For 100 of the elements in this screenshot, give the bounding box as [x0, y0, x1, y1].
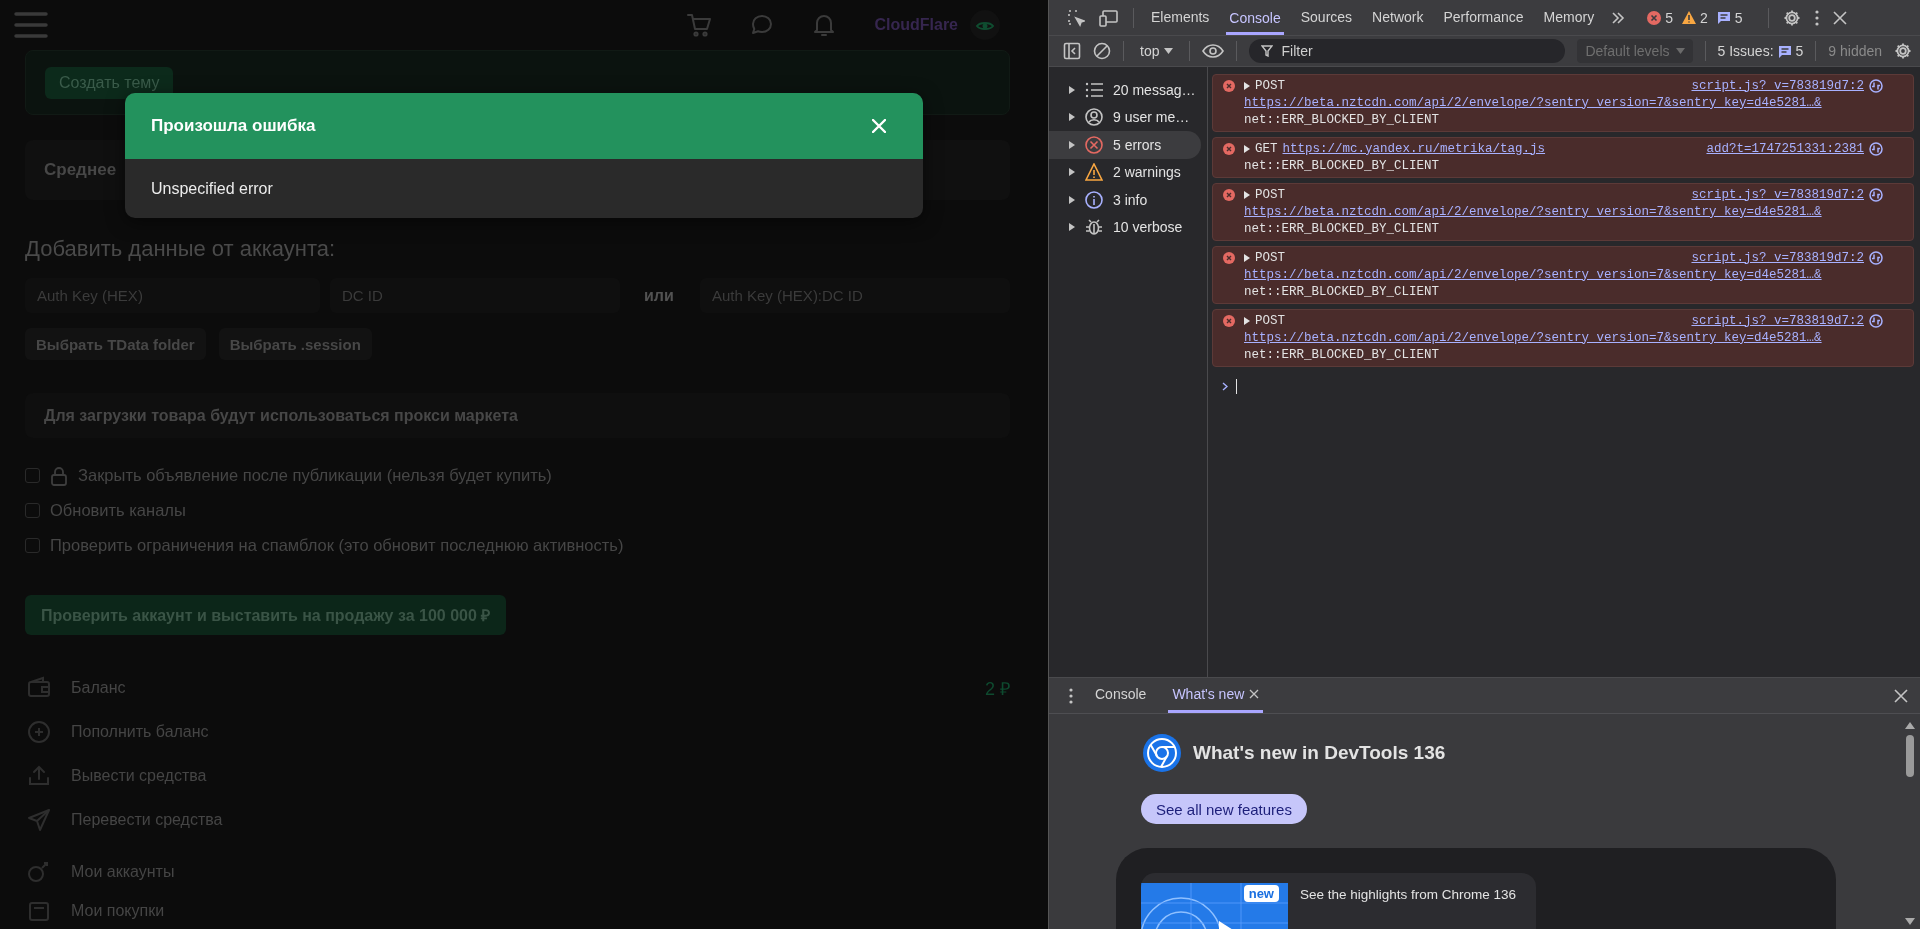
url-link[interactable]: https://beta.nztcdn.com/api/2/envelope/?sentry_version=7&sentry_key=d4e5281…& — [1244, 95, 1822, 110]
more-icon[interactable] — [1069, 687, 1073, 704]
issues-button[interactable]: 5 Issues: 5 — [1717, 43, 1804, 59]
close-icon[interactable] — [1894, 688, 1908, 703]
sync-icon[interactable] — [1869, 78, 1883, 93]
expand-arrow-icon — [1069, 140, 1075, 149]
settings-icon[interactable] — [1782, 8, 1801, 27]
source-link[interactable]: script.js?_v=783819d7:2 — [1691, 187, 1864, 202]
error-text: net::ERR_BLOCKED_BY_CLIENT — [1244, 284, 1440, 299]
source-link[interactable]: add?t=1747251331:2381 — [1706, 141, 1864, 156]
method-label: POST — [1255, 78, 1285, 93]
error-text: net::ERR_BLOCKED_BY_CLIENT — [1244, 112, 1440, 127]
expand-arrow-icon[interactable] — [1244, 190, 1250, 199]
sidebar-item[interactable]: 2 warnings — [1049, 158, 1201, 186]
dialog-message: Unspecified error — [150, 178, 274, 199]
highlight-text: See the highlights from Chrome 136 — [1300, 887, 1517, 902]
expand-arrow-icon[interactable] — [1244, 253, 1250, 262]
sidebar-item[interactable]: 3 info — [1049, 186, 1201, 214]
issue-counter[interactable]: 5 2 5 — [1647, 9, 1748, 26]
dialog-title: Произошла ошибка — [151, 116, 316, 136]
source-link[interactable]: script.js?_v=783819d7:2 — [1691, 313, 1864, 328]
source-link[interactable]: script.js?_v=783819d7:2 — [1691, 250, 1864, 265]
text-cursor[interactable] — [1236, 378, 1237, 394]
expand-arrow-icon[interactable] — [1244, 144, 1250, 153]
url-link[interactable]: https://mc.yandex.ru/metrika/tag.js — [1282, 141, 1546, 156]
error-text: net::ERR_BLOCKED_BY_CLIENT — [1244, 158, 1440, 173]
list-icon — [1085, 80, 1103, 99]
issue-count: 5 — [1734, 9, 1743, 26]
clear-icon[interactable] — [1093, 42, 1111, 60]
send-icon — [27, 808, 51, 832]
eye-icon[interactable] — [1202, 44, 1225, 58]
panel-tab[interactable]: Performance — [1440, 0, 1527, 35]
expand-arrow-icon — [1069, 195, 1075, 204]
receipt-icon — [27, 899, 51, 923]
sync-icon[interactable] — [1869, 313, 1883, 328]
panel-tab[interactable]: Elements — [1148, 0, 1213, 35]
message-icon — [1777, 44, 1792, 58]
panel-tab[interactable]: Memory — [1540, 0, 1598, 35]
drawer-tab[interactable]: Console — [1091, 678, 1151, 713]
balance-value: 2 ₽ — [985, 678, 1010, 700]
chevrons-icon[interactable] — [1611, 10, 1626, 25]
user-icon — [1085, 108, 1103, 127]
scroll-up-icon[interactable] — [1904, 722, 1915, 729]
sync-icon[interactable] — [1869, 141, 1883, 156]
plus-circle-icon — [27, 720, 51, 744]
sync-icon[interactable] — [1869, 187, 1883, 202]
drawer-tab[interactable]: What's new — [1168, 678, 1264, 713]
method-label: POST — [1255, 250, 1285, 265]
caret-icon — [1164, 48, 1174, 54]
error-icon — [1223, 80, 1235, 92]
expand-arrow-icon[interactable] — [1244, 81, 1250, 90]
info-icon — [1085, 190, 1103, 209]
option-label: Обновить каналы — [50, 501, 186, 520]
prompt-icon — [1222, 381, 1228, 391]
features-button[interactable]: See all new features — [1141, 794, 1307, 824]
panel-tab[interactable]: Network — [1369, 0, 1427, 35]
inspect-icon[interactable] — [1067, 8, 1085, 27]
error-icon — [1223, 315, 1235, 327]
checkbox[interactable] — [25, 503, 40, 518]
option-label: Закрыть объявление после публикации (нельзя будет купить) — [78, 466, 552, 485]
settings-icon[interactable] — [1894, 42, 1912, 60]
message-icon — [1716, 11, 1731, 24]
chrome-icon — [1143, 734, 1181, 772]
warning-icon — [1085, 163, 1103, 182]
upload-icon — [27, 764, 51, 788]
close-icon[interactable] — [1249, 689, 1260, 699]
sidebar-item[interactable]: 5 errors — [1049, 131, 1201, 159]
or-label: или — [643, 286, 675, 305]
scrollbar-thumb[interactable] — [1905, 735, 1914, 777]
sidebar-icon[interactable] — [1063, 42, 1081, 60]
sidebar-item[interactable]: 10 verbose — [1049, 213, 1201, 241]
highlight-card[interactable]: new See the highlights from Chrome 136 — [1141, 873, 1536, 929]
error-icon — [1647, 10, 1662, 25]
source-link[interactable]: script.js?_v=783819d7:2 — [1691, 78, 1864, 93]
section-title: Добавить данные от аккаунта: — [25, 235, 337, 263]
expand-arrow-icon — [1069, 168, 1075, 177]
scroll-down-icon[interactable] — [1904, 918, 1915, 925]
url-link[interactable]: https://beta.nztcdn.com/api/2/envelope/?sentry_version=7&sentry_key=d4e5281…& — [1244, 267, 1822, 282]
checkbox[interactable] — [25, 538, 40, 553]
device-icon[interactable] — [1099, 8, 1119, 27]
filter-field[interactable]: Filter — [1249, 39, 1566, 63]
more-icon[interactable] — [1814, 9, 1819, 26]
error-icon — [1223, 252, 1235, 264]
expand-arrow-icon[interactable] — [1244, 316, 1250, 325]
sync-icon[interactable] — [1869, 250, 1883, 265]
sidebar-item[interactable]: 20 messag… — [1049, 76, 1201, 104]
url-link[interactable]: https://beta.nztcdn.com/api/2/envelope/?sentry_version=7&sentry_key=d4e5281…& — [1244, 204, 1822, 219]
error-icon — [1085, 135, 1103, 154]
close-icon[interactable] — [1832, 10, 1847, 25]
warning-icon — [1681, 11, 1696, 24]
context-select[interactable]: top — [1136, 43, 1178, 59]
url-link[interactable]: https://beta.nztcdn.com/api/2/envelope/?sentry_version=7&sentry_key=d4e5281…& — [1244, 330, 1822, 345]
hidden-count: 9 hidden — [1828, 43, 1882, 59]
method-label: POST — [1255, 313, 1285, 328]
sidebar-item[interactable]: 9 user me… — [1049, 103, 1201, 131]
option-label: Проверить ограничения на спамблок (это обновит последнюю активность) — [50, 536, 624, 555]
checkbox[interactable] — [25, 468, 40, 483]
panel-tab[interactable]: Sources — [1297, 0, 1356, 35]
method-label: GET — [1255, 141, 1278, 156]
expand-arrow-icon — [1069, 113, 1075, 122]
